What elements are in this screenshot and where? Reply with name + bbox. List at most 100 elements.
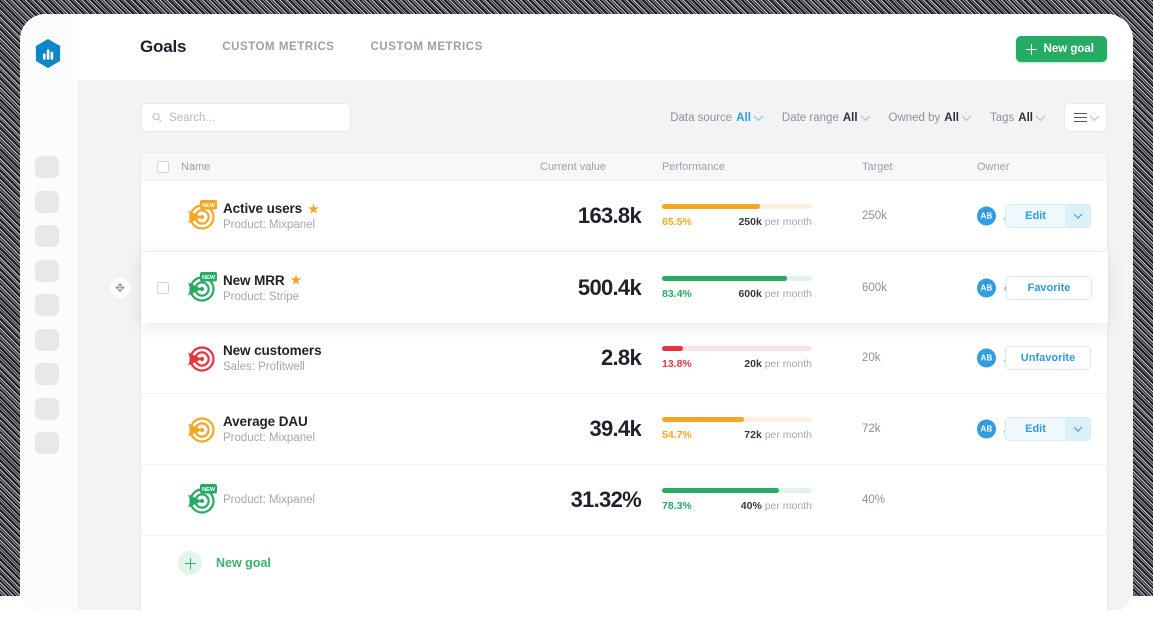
table-row-partial	[141, 611, 1107, 614]
search-icon	[152, 112, 162, 123]
table-rows: NEW Active users★ Product: Mixpanel 163.…	[141, 181, 1107, 536]
performance-target: 40% per month	[741, 500, 812, 512]
edit-button[interactable]: Edit	[1005, 417, 1091, 441]
performance-cell: 13.8% 20k per month	[662, 346, 812, 370]
progress-track	[662, 276, 812, 281]
goal-subtitle: Product: Mixpanel	[223, 432, 315, 444]
target-value: 40%	[862, 494, 885, 506]
goal-title: Average DAU	[223, 414, 315, 429]
filter-owned-by-label: Owned by	[889, 112, 941, 124]
new-goal-footer-label: New goal	[216, 556, 271, 570]
performance-percent: 65.5%	[662, 216, 692, 228]
current-value-cell: 39.4k	[441, 394, 641, 464]
goal-name-cell: Product: Mixpanel	[223, 494, 315, 506]
tab-custom-metrics-2[interactable]: CUSTOM METRICS	[371, 41, 483, 53]
avatar: AB	[977, 278, 996, 297]
new-goal-button[interactable]: New goal	[1016, 36, 1107, 62]
table-row[interactable]: NEW Product: Mixpanel 31.32% 78.3% 40% p…	[141, 465, 1107, 536]
star-icon[interactable]: ★	[291, 274, 302, 286]
progress-track	[662, 204, 812, 209]
target-icon: NEW	[181, 199, 219, 233]
filter-date-range[interactable]: Date range All	[782, 112, 869, 124]
row-actions: Unfavorite	[1005, 346, 1091, 370]
chevron-down-icon	[1073, 210, 1081, 218]
search-input[interactable]	[169, 112, 340, 124]
column-header-owner[interactable]: Owner	[977, 161, 1009, 173]
target-value: 250k	[862, 210, 887, 222]
performance-target: 600k per month	[738, 288, 812, 300]
view-options-button[interactable]	[1064, 103, 1107, 132]
sidebar-item-placeholder[interactable]	[35, 329, 59, 351]
filter-owned-by[interactable]: Owned by All	[889, 112, 970, 124]
edit-button-label: Edit	[1006, 205, 1065, 227]
sidebar-item-placeholder[interactable]	[35, 225, 59, 247]
performance-cell: 54.7% 72k per month	[662, 417, 812, 441]
filter-date-range-label: Date range	[782, 112, 839, 124]
progress-fill	[662, 417, 744, 422]
table-row[interactable]: NEW Active users★ Product: Mixpanel 163.…	[141, 181, 1107, 252]
star-icon[interactable]: ★	[308, 203, 319, 215]
sidebar-item-placeholder[interactable]	[35, 432, 59, 454]
app-window: Goals CUSTOM METRICS CUSTOM METRICS New …	[20, 14, 1133, 614]
plus-icon	[178, 551, 202, 575]
chevron-down-icon	[860, 111, 870, 121]
performance-percent: 78.3%	[662, 500, 692, 512]
sidebar-item-placeholder[interactable]	[35, 398, 59, 420]
sidebar-item-placeholder[interactable]	[35, 191, 59, 213]
sidebar-item-placeholder[interactable]	[35, 260, 59, 282]
row-actions: Favorite	[1006, 276, 1092, 300]
sidebar-item-placeholder[interactable]	[35, 156, 59, 178]
goal-subtitle: Product: Mixpanel	[223, 494, 315, 506]
drag-handle-icon[interactable]: ✥	[110, 278, 130, 298]
target-icon: NEW	[181, 483, 219, 517]
row-select-checkbox[interactable]	[157, 282, 169, 294]
column-header-current-value[interactable]: Current value	[540, 161, 606, 173]
progress-track	[662, 488, 812, 493]
progress-track	[662, 346, 812, 351]
table-row[interactable]: Average DAU Product: Mixpanel 39.4k 54.7…	[141, 394, 1107, 465]
avatar: AB	[977, 420, 996, 439]
current-value: 500.4k	[441, 275, 641, 301]
app-logo-icon[interactable]	[34, 38, 62, 69]
performance-cell: 65.5% 250k per month	[662, 204, 812, 228]
select-all-checkbox[interactable]	[157, 161, 169, 173]
progress-track	[662, 417, 812, 422]
filter-group: Data source All Date range All Owned by …	[670, 103, 1107, 132]
favorite-button[interactable]: Favorite	[1006, 276, 1092, 300]
body-area: Data source All Date range All Owned by …	[78, 81, 1133, 610]
sidebar-item-placeholder[interactable]	[35, 294, 59, 316]
edit-dropdown-button[interactable]	[1065, 418, 1090, 440]
goal-title: New MRR★	[223, 273, 301, 288]
edit-dropdown-button[interactable]	[1065, 205, 1090, 227]
goals-table: Name Current value Performance Target Ow…	[141, 153, 1107, 614]
edit-button[interactable]: Edit	[1005, 204, 1091, 228]
goal-title: Active users★	[223, 201, 319, 216]
table-footer-new-goal[interactable]: New goal	[141, 536, 1107, 590]
goal-name-cell: Active users★ Product: Mixpanel	[223, 201, 319, 231]
column-header-name[interactable]: Name	[181, 161, 210, 173]
filter-tags[interactable]: Tags All	[990, 112, 1044, 124]
performance-percent: 13.8%	[662, 358, 692, 370]
column-header-performance[interactable]: Performance	[662, 161, 725, 173]
current-value: 2.8k	[441, 345, 641, 371]
filter-data-source[interactable]: Data source All	[670, 112, 762, 124]
list-view-icon	[1074, 113, 1087, 122]
goal-name-cell: Average DAU Product: Mixpanel	[223, 414, 315, 444]
svg-text:NEW: NEW	[202, 275, 216, 281]
sidebar-item-placeholder[interactable]	[35, 363, 59, 385]
avatar: AB	[977, 207, 996, 226]
performance-target: 72k per month	[744, 429, 812, 441]
performance-target: 20k per month	[744, 358, 812, 370]
tab-custom-metrics-1[interactable]: CUSTOM METRICS	[222, 41, 334, 53]
target-icon	[181, 412, 219, 446]
progress-fill	[662, 346, 683, 351]
unfavorite-button[interactable]: Unfavorite	[1005, 346, 1091, 370]
search-box[interactable]	[141, 103, 351, 132]
sidebar	[20, 14, 78, 614]
current-value: 31.32%	[441, 487, 641, 513]
column-header-target[interactable]: Target	[862, 161, 893, 173]
table-row[interactable]: ✥ NEW New MRR★ Product: Stripe 500.4k 83…	[141, 252, 1108, 323]
table-row[interactable]: New customers Sales: Profitwell 2.8k 13.…	[141, 323, 1107, 394]
progress-fill	[662, 276, 787, 281]
filter-tags-value: All	[1018, 112, 1033, 124]
